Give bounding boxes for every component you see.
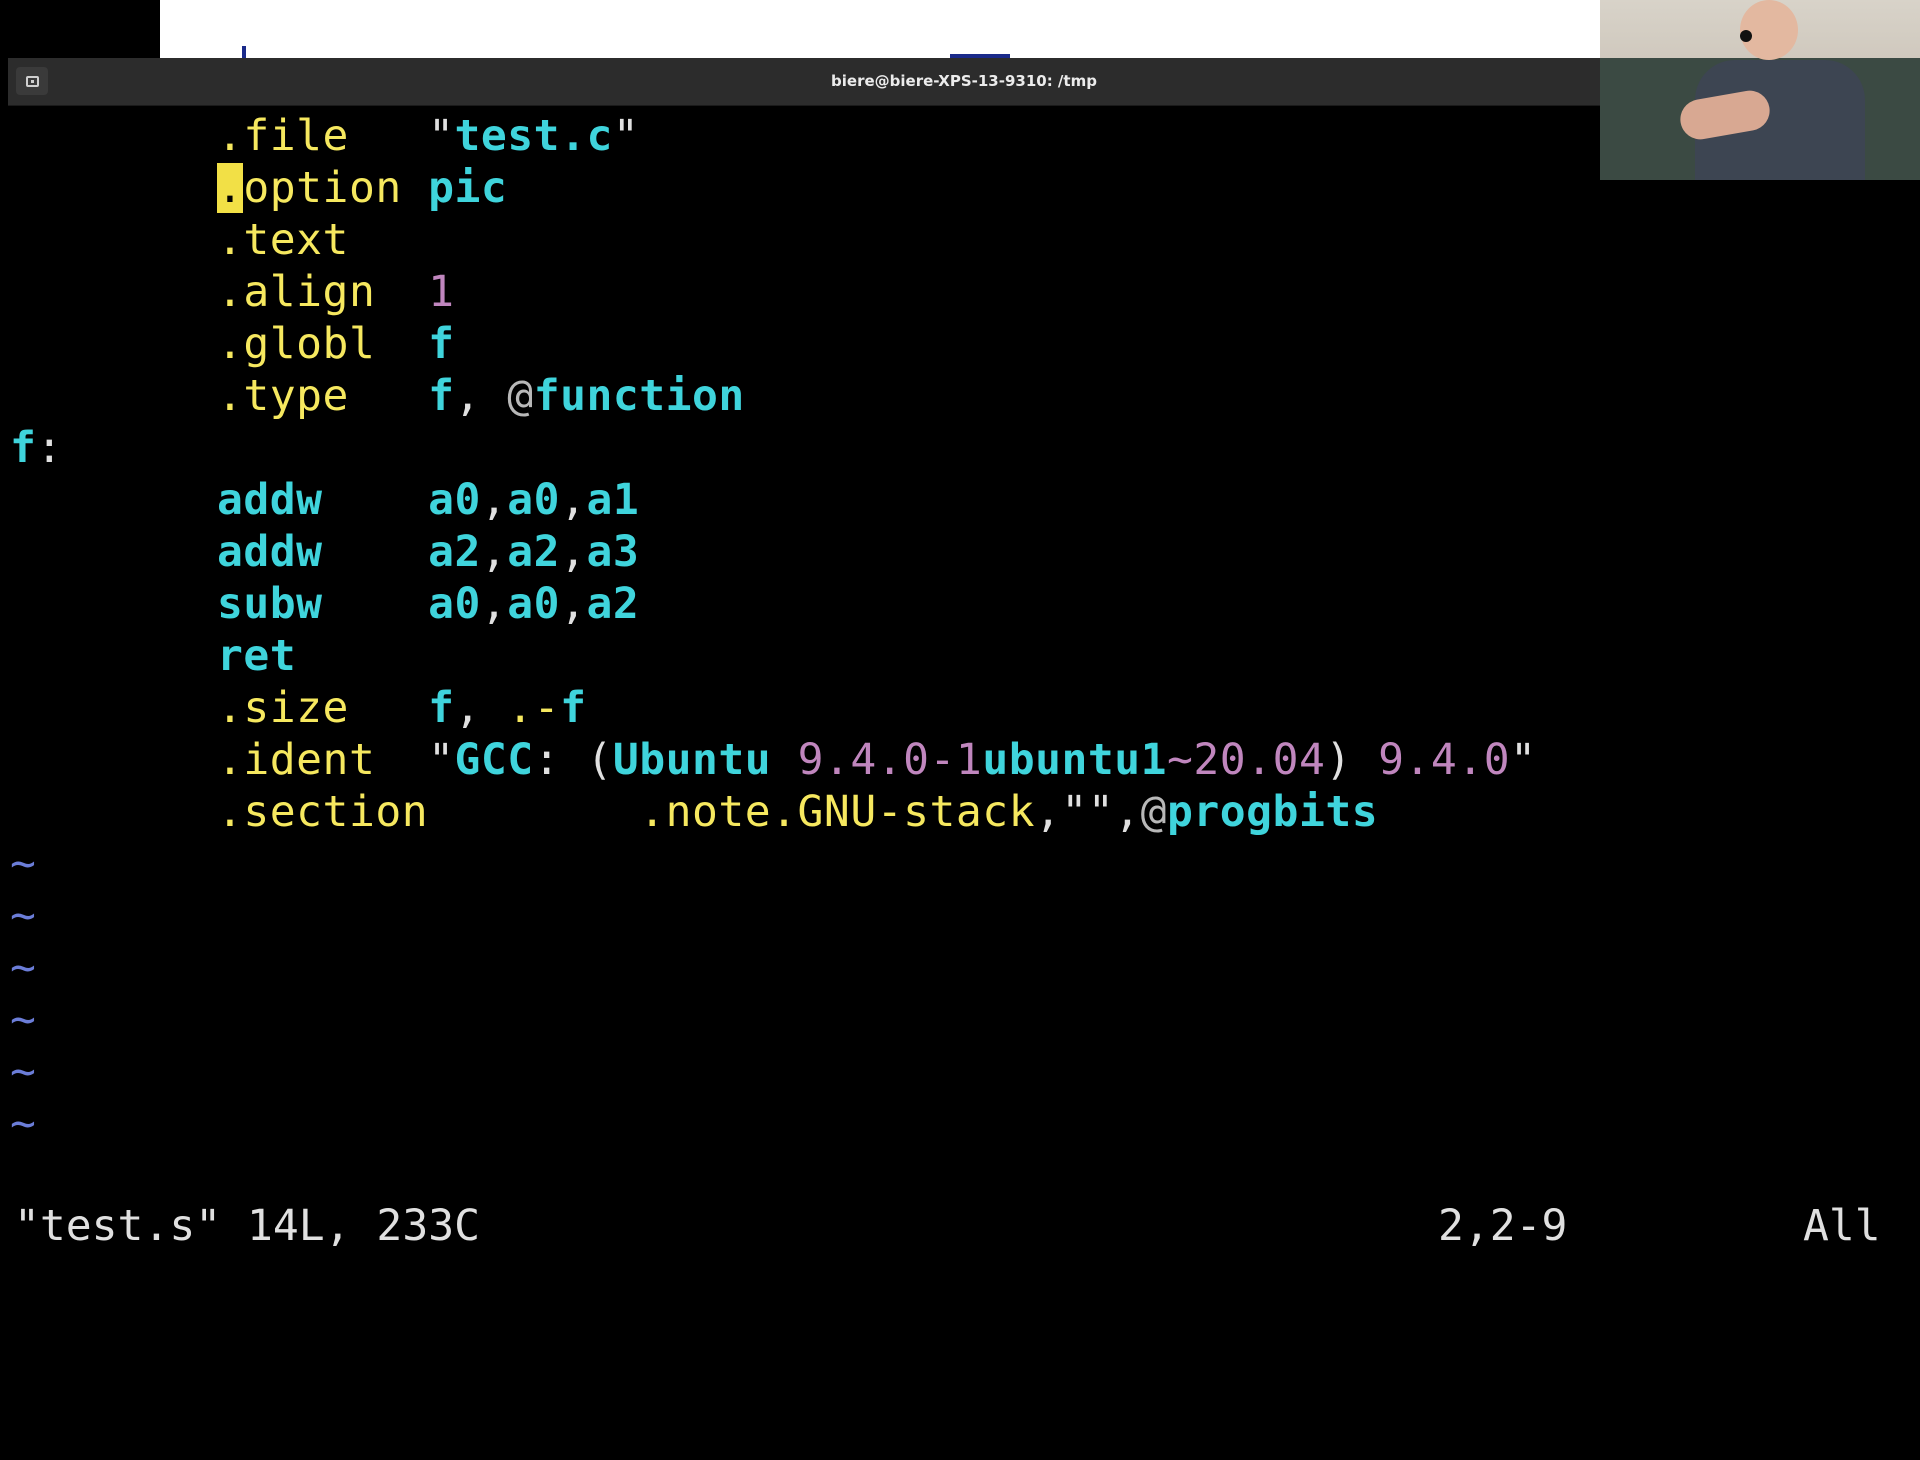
cursor-position: 2,2-9 bbox=[1438, 1201, 1568, 1251]
headset-mic-icon bbox=[1740, 30, 1752, 42]
webcam-overlay bbox=[1600, 0, 1920, 180]
background-document bbox=[160, 0, 1600, 60]
code-token: .align bbox=[217, 267, 376, 317]
text-cursor: . bbox=[217, 163, 244, 213]
code-token: , bbox=[560, 527, 587, 577]
code-token: pic bbox=[428, 163, 508, 213]
code-token: @ bbox=[1140, 787, 1167, 837]
empty-line-tilde: ~ bbox=[10, 839, 37, 889]
code-line[interactable]: .option pic bbox=[217, 162, 507, 214]
code-token: GCC bbox=[454, 735, 534, 785]
code-token: ubuntu1 bbox=[982, 735, 1168, 785]
code-token: ,"", bbox=[1035, 787, 1141, 837]
code-token: a2 bbox=[428, 527, 481, 577]
code-line[interactable]: subw a0,a0,a2 bbox=[217, 578, 639, 630]
empty-line-tilde: ~ bbox=[10, 995, 37, 1045]
code-token: a1 bbox=[586, 475, 640, 525]
vim-editor[interactable]: "test.s" 14L, 233C 2,2-9 All .file "test… bbox=[8, 110, 1920, 1251]
code-token: , bbox=[480, 579, 508, 629]
empty-line-tilde: ~ bbox=[10, 1099, 37, 1149]
code-token: .section bbox=[217, 787, 429, 837]
code-line[interactable]: .size f, .-f bbox=[217, 682, 586, 734]
code-token: 9.4.0 bbox=[1378, 735, 1511, 785]
code-token: test.c bbox=[454, 111, 613, 161]
code-token: " bbox=[375, 735, 455, 785]
code-token: progbits bbox=[1167, 787, 1379, 837]
code-line[interactable]: ret bbox=[217, 630, 296, 682]
code-token: f bbox=[10, 423, 37, 473]
code-line[interactable]: f: bbox=[10, 422, 63, 474]
code-token: .- bbox=[507, 683, 561, 733]
code-line[interactable]: addw a2,a2,a3 bbox=[217, 526, 639, 578]
code-token: : ( bbox=[533, 735, 613, 785]
empty-line-tilde: ~ bbox=[10, 891, 37, 941]
code-line[interactable]: addw a0,a0,a1 bbox=[217, 474, 639, 526]
code-token: f bbox=[428, 683, 455, 733]
terminal-window[interactable]: biere@biere-XPS-13-9310: /tmp "test.s" 1… bbox=[8, 58, 1920, 1251]
code-token: subw bbox=[217, 579, 323, 629]
code-line[interactable]: .globl f bbox=[217, 318, 455, 370]
code-token: , bbox=[480, 475, 508, 525]
code-token: .size bbox=[217, 683, 349, 733]
code-token: a0 bbox=[428, 579, 481, 629]
code-token: option bbox=[243, 163, 402, 213]
code-token: f bbox=[428, 371, 455, 421]
file-info: "test.s" 14L, 233C bbox=[14, 1201, 480, 1251]
code-token: a2 bbox=[586, 579, 640, 629]
code-token: a3 bbox=[586, 527, 640, 577]
code-token: 9.4.0-1 bbox=[797, 735, 983, 785]
code-token: .text bbox=[217, 215, 349, 265]
code-token: , bbox=[560, 475, 587, 525]
code-token: , bbox=[560, 579, 587, 629]
code-token: , bbox=[480, 527, 508, 577]
code-token: f bbox=[428, 319, 455, 369]
code-line[interactable]: .type f, @function bbox=[217, 370, 745, 422]
code-token: .type bbox=[217, 371, 349, 421]
code-line[interactable]: .section .note.GNU-stack,"",@progbits bbox=[217, 786, 1378, 838]
code-token: 1 bbox=[428, 267, 455, 317]
code-token: , bbox=[454, 683, 508, 733]
scroll-indicator: All bbox=[1803, 1201, 1881, 1251]
code-token: , bbox=[454, 371, 508, 421]
code-token: @ bbox=[507, 371, 534, 421]
code-line[interactable]: .text bbox=[217, 214, 349, 266]
code-token: " bbox=[348, 111, 455, 161]
code-token: .file bbox=[217, 111, 349, 161]
code-token: a0 bbox=[507, 475, 561, 525]
code-token: a0 bbox=[428, 475, 481, 525]
code-token: .globl bbox=[217, 319, 376, 369]
background-mark bbox=[242, 46, 246, 58]
code-token: ) bbox=[1325, 735, 1379, 785]
code-token: ~20.04 bbox=[1167, 735, 1326, 785]
code-token: Ubuntu bbox=[612, 735, 772, 785]
code-token: a2 bbox=[507, 527, 561, 577]
code-line[interactable]: .file "test.c" bbox=[217, 110, 639, 162]
code-line[interactable]: .align 1 bbox=[217, 266, 455, 318]
code-token: " bbox=[1510, 735, 1537, 785]
code-token: a0 bbox=[507, 579, 561, 629]
code-token: ret bbox=[217, 631, 297, 681]
code-token: f bbox=[560, 683, 587, 733]
code-token: addw bbox=[217, 475, 323, 525]
code-token: : bbox=[36, 423, 63, 473]
code-token: .ident bbox=[217, 735, 376, 785]
empty-line-tilde: ~ bbox=[10, 1047, 37, 1097]
code-token: " bbox=[612, 111, 640, 161]
empty-line-tilde: ~ bbox=[10, 943, 37, 993]
code-line[interactable]: .ident "GCC: (Ubuntu 9.4.0-1ubuntu1~20.0… bbox=[217, 734, 1537, 786]
status-line: "test.s" 14L, 233C 2,2-9 All bbox=[8, 1200, 1920, 1252]
code-token: addw bbox=[217, 527, 323, 577]
code-token: .note.GNU-stack bbox=[639, 787, 1036, 837]
code-token: function bbox=[533, 371, 745, 421]
